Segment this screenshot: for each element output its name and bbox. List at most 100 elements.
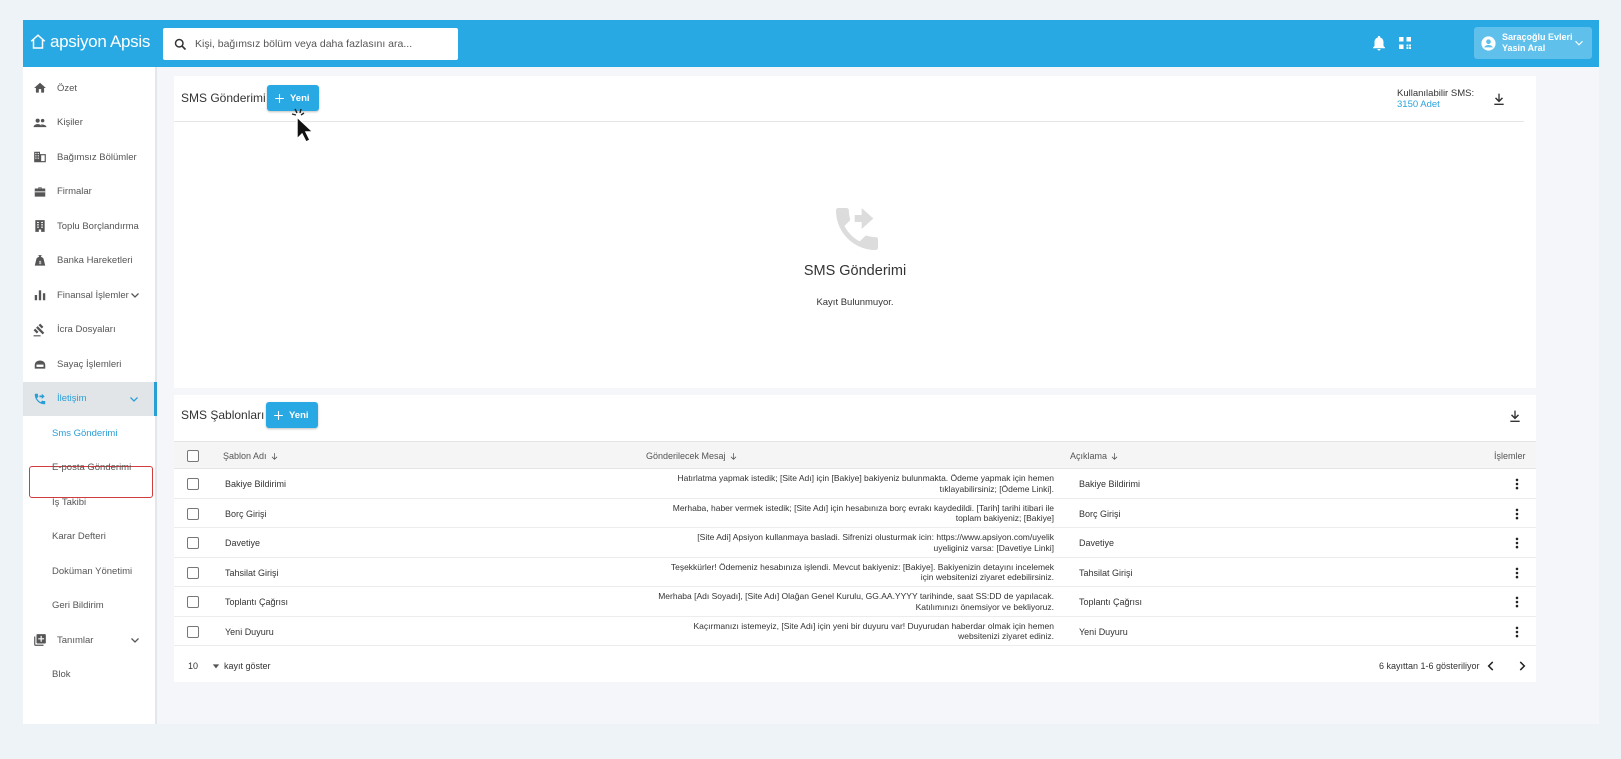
table-row[interactable]: Toplantı Çağrısı Merhaba [Adı Soyadı], […: [174, 587, 1536, 617]
template-message: Hatırlatma yapmak istedik; [Site Adı] iç…: [677, 473, 1054, 494]
sidebar-item-sayac-islemleri[interactable]: Sayaç İşlemleri: [23, 347, 155, 381]
more-vert-icon[interactable]: [1510, 506, 1524, 522]
page-size-select[interactable]: 10 kayıt göster: [188, 661, 271, 671]
sidebar-subitem-eposta-gonderimi[interactable]: E-posta Gönderimi: [23, 451, 155, 485]
template-description: Davetiye: [1079, 538, 1115, 548]
phone-forward-empty-icon: [836, 208, 878, 250]
row-checkbox[interactable]: [187, 537, 199, 549]
home-icon: [34, 82, 46, 93]
column-header-actions: İşlemler: [1494, 451, 1526, 461]
search-input[interactable]: [195, 38, 445, 50]
template-name: Bakiye Bildirimi: [225, 479, 287, 489]
sidebar-subitem-dokuman-yonetimi[interactable]: Doküman Yönetimi: [23, 554, 155, 588]
sms-templates-panel: SMS Şablonları Yeni Şablon Adı Gönderile…: [174, 395, 1536, 682]
bar-chart-icon: [34, 290, 46, 301]
row-checkbox[interactable]: [187, 478, 199, 490]
new-template-button-label: Yeni: [289, 409, 309, 421]
sidebar-subitem-geri-bildirim[interactable]: Geri Bildirim: [23, 589, 155, 623]
search-box[interactable]: [163, 28, 458, 60]
sidebar-item-tanimlar[interactable]: Tanımlar: [23, 623, 155, 657]
sidebar-subitem-sms-gonderimi[interactable]: Sms Gönderimi: [23, 416, 155, 450]
new-template-button[interactable]: Yeni: [266, 402, 318, 428]
template-description: Tahsilat Girişi: [1079, 567, 1133, 578]
search-icon: [174, 38, 187, 50]
column-header-name[interactable]: Şablon Adı: [223, 451, 279, 461]
more-vert-icon[interactable]: [1510, 624, 1524, 640]
template-description: Borç Girişi: [1079, 508, 1121, 519]
sidebar-item-kisiler[interactable]: Kişiler: [23, 106, 155, 140]
row-checkbox[interactable]: [187, 566, 199, 579]
home-outline-icon: [30, 34, 46, 49]
chevron-down-icon: [130, 396, 138, 402]
sidebar-item-toplu-borclandirma[interactable]: Toplu Borçlandırma: [23, 209, 155, 243]
templates-panel-title: SMS Şablonları: [181, 408, 265, 422]
table-row[interactable]: Borç Girişi Merhaba, haber vermek istedi…: [174, 499, 1536, 528]
top-bar: apsiyon Apsis Saraçoğlu Evleri Yasin Ara…: [23, 20, 1599, 67]
row-checkbox[interactable]: [187, 507, 199, 520]
row-checkbox[interactable]: [187, 625, 199, 638]
sidebar-item-banka-hareketleri[interactable]: $ Banka Hareketleri: [23, 244, 155, 278]
pagination-info: 6 kayıttan 1-6 gösteriliyor: [1379, 661, 1480, 671]
template-name: Borç Girişi: [225, 508, 267, 519]
empty-state-text: Kayıt Bulunmuyor.: [816, 297, 894, 308]
sidebar-item-bagimsiz-bolumler[interactable]: Bağımsız Bölümler: [23, 140, 155, 174]
sidebar-item-iletisim[interactable]: İletişim: [23, 381, 157, 416]
sidebar-item-label: Firmalar: [57, 186, 92, 197]
svg-text:$: $: [39, 259, 42, 264]
briefcase-icon: [34, 186, 46, 197]
sidebar-item-label: İcra Dosyaları: [57, 324, 116, 335]
row-checkbox[interactable]: [187, 596, 199, 608]
office-building-icon: [35, 220, 45, 232]
building-icon: [34, 151, 46, 163]
site-name: Saraçoğlu Evleri: [1502, 32, 1573, 42]
more-vert-icon[interactable]: [1510, 565, 1524, 581]
page-size-value: 10: [188, 661, 199, 671]
download-icon[interactable]: [1491, 91, 1507, 107]
bell-icon[interactable]: [1370, 34, 1388, 52]
sms-panel-title: SMS Gönderimi: [181, 91, 266, 105]
gavel-icon: [33, 323, 45, 336]
template-description: Yeni Duyuru: [1079, 626, 1128, 637]
sidebar-item-label: Bağımsız Bölümler: [57, 151, 137, 163]
sidebar-item-ozet[interactable]: Özet: [23, 71, 155, 105]
available-sms-label: Kullanılabilir SMS:: [1397, 88, 1475, 99]
user-menu[interactable]: Saraçoğlu Evleri Yasin Aral: [1474, 27, 1592, 59]
more-vert-icon[interactable]: [1510, 594, 1524, 610]
template-message: Teşekkürler! Ödemeniz hesabınıza işlendi…: [670, 561, 1054, 583]
column-header-message[interactable]: Gönderilecek Mesaj: [646, 451, 738, 461]
sidebar-subitem-is-takibi[interactable]: İş Takibi: [23, 485, 155, 519]
sidebar-item-icra-dosyalari[interactable]: İcra Dosyaları: [23, 313, 155, 347]
mouse-pointer-icon: [291, 108, 315, 142]
table-row[interactable]: Bakiye Bildirimi Hatırlatma yapmak isted…: [174, 469, 1536, 499]
chevron-down-icon: [1575, 40, 1583, 46]
chevron-left-icon[interactable]: [1484, 659, 1498, 673]
app-logo[interactable]: apsiyon Apsis: [29, 32, 150, 52]
plus-icon: [275, 93, 284, 103]
sidebar-item-firmalar[interactable]: Firmalar: [23, 175, 155, 209]
sort-arrow-icon: [271, 452, 277, 460]
sidebar-subitem-karar-defteri[interactable]: Karar Defteri: [23, 520, 155, 554]
sidebar-item-label: Finansal İşlemler: [57, 289, 129, 301]
sidebar-subitem-blok[interactable]: Blok: [23, 658, 155, 692]
apps-grid-icon[interactable]: [1396, 34, 1414, 52]
template-name: Davetiye: [225, 538, 261, 548]
table-row[interactable]: Tahsilat Girişi Teşekkürler! Ödemeniz he…: [174, 558, 1536, 587]
more-vert-icon[interactable]: [1510, 535, 1524, 551]
table-row[interactable]: Yeni Duyuru Kaçırmanızı istemeyiz, [Site…: [174, 617, 1536, 646]
select-all-checkbox[interactable]: [187, 450, 199, 462]
available-sms-count: 3150 Adet: [1397, 99, 1440, 110]
download-icon[interactable]: [1507, 408, 1523, 424]
sidebar-item-finansal-islemler[interactable]: Finansal İşlemler: [23, 278, 155, 312]
template-name: Toplantı Çağrısı: [225, 597, 289, 607]
app-window: apsiyon Apsis Saraçoğlu Evleri Yasin Ara…: [23, 20, 1599, 724]
chevron-down-icon: [131, 293, 139, 298]
page-size-label: kayıt göster: [224, 661, 271, 671]
chevron-right-icon[interactable]: [1515, 659, 1529, 673]
template-name: Yeni Duyuru: [225, 626, 274, 637]
template-message: Merhaba, haber vermek istedik; [Site Adı…: [672, 502, 1054, 524]
column-header-description[interactable]: Açıklama: [1070, 451, 1119, 461]
user-name: Yasin Aral: [1502, 43, 1546, 53]
template-description: Toplantı Çağrısı: [1079, 597, 1143, 607]
table-row[interactable]: Davetiye [Site Adi] Apsiyon kullanmaya b…: [174, 528, 1536, 558]
more-vert-icon[interactable]: [1510, 476, 1524, 492]
